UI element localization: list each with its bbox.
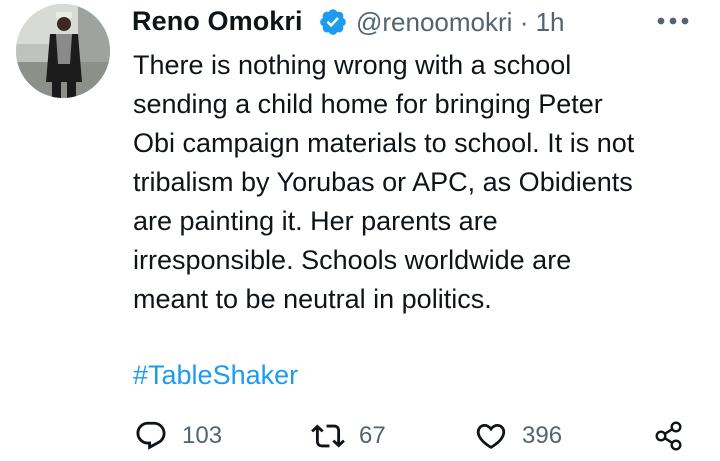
tweet-actions: 103 67 396 — [0, 416, 720, 456]
reply-icon — [134, 419, 168, 453]
heart-icon — [474, 419, 508, 453]
verified-badge-icon — [318, 7, 348, 37]
share-button[interactable] — [652, 416, 686, 456]
avatar[interactable] — [16, 4, 110, 98]
profile-photo — [16, 4, 110, 98]
tweet-text-line: sending a child home for bringing Peter — [133, 89, 603, 119]
share-icon — [652, 419, 686, 453]
tweet-text-line: Obi campaign materials to school. It is … — [133, 128, 635, 158]
tweet[interactable]: Reno Omokri @renoomokri · 1h There is no… — [0, 0, 720, 461]
tweet-text-line: tribalism by Yorubas or APC, as Obidient… — [133, 167, 633, 197]
author-handle: @renoomokri — [356, 7, 513, 37]
tweet-text-line: meant to be neutral in politics. — [133, 284, 492, 314]
retweet-icon — [311, 419, 345, 453]
tweet-text-line: irresponsible. Schools worldwide are — [133, 245, 572, 275]
like-button[interactable]: 396 — [474, 416, 562, 456]
author-name[interactable]: Reno Omokri — [132, 6, 303, 37]
tweet-text-line: There is nothing wrong with a school — [133, 50, 572, 80]
reply-count: 103 — [182, 422, 223, 449]
reply-button[interactable]: 103 — [134, 416, 222, 456]
timestamp: 1h — [535, 7, 565, 37]
separator-dot: · — [519, 7, 529, 37]
hashtag-link[interactable]: #TableShaker — [133, 357, 298, 393]
more-options-icon[interactable] — [653, 14, 693, 28]
like-count: 396 — [522, 422, 563, 449]
author-handle-line[interactable]: @renoomokri · 1h — [356, 7, 565, 38]
tweet-text-line: are painting it. Her parents are — [133, 206, 498, 236]
tweet-header: Reno Omokri @renoomokri · 1h — [132, 2, 712, 42]
retweet-button[interactable]: 67 — [311, 416, 386, 456]
tweet-text: There is nothing wrong with a school sen… — [133, 46, 703, 319]
retweet-count: 67 — [359, 422, 386, 449]
